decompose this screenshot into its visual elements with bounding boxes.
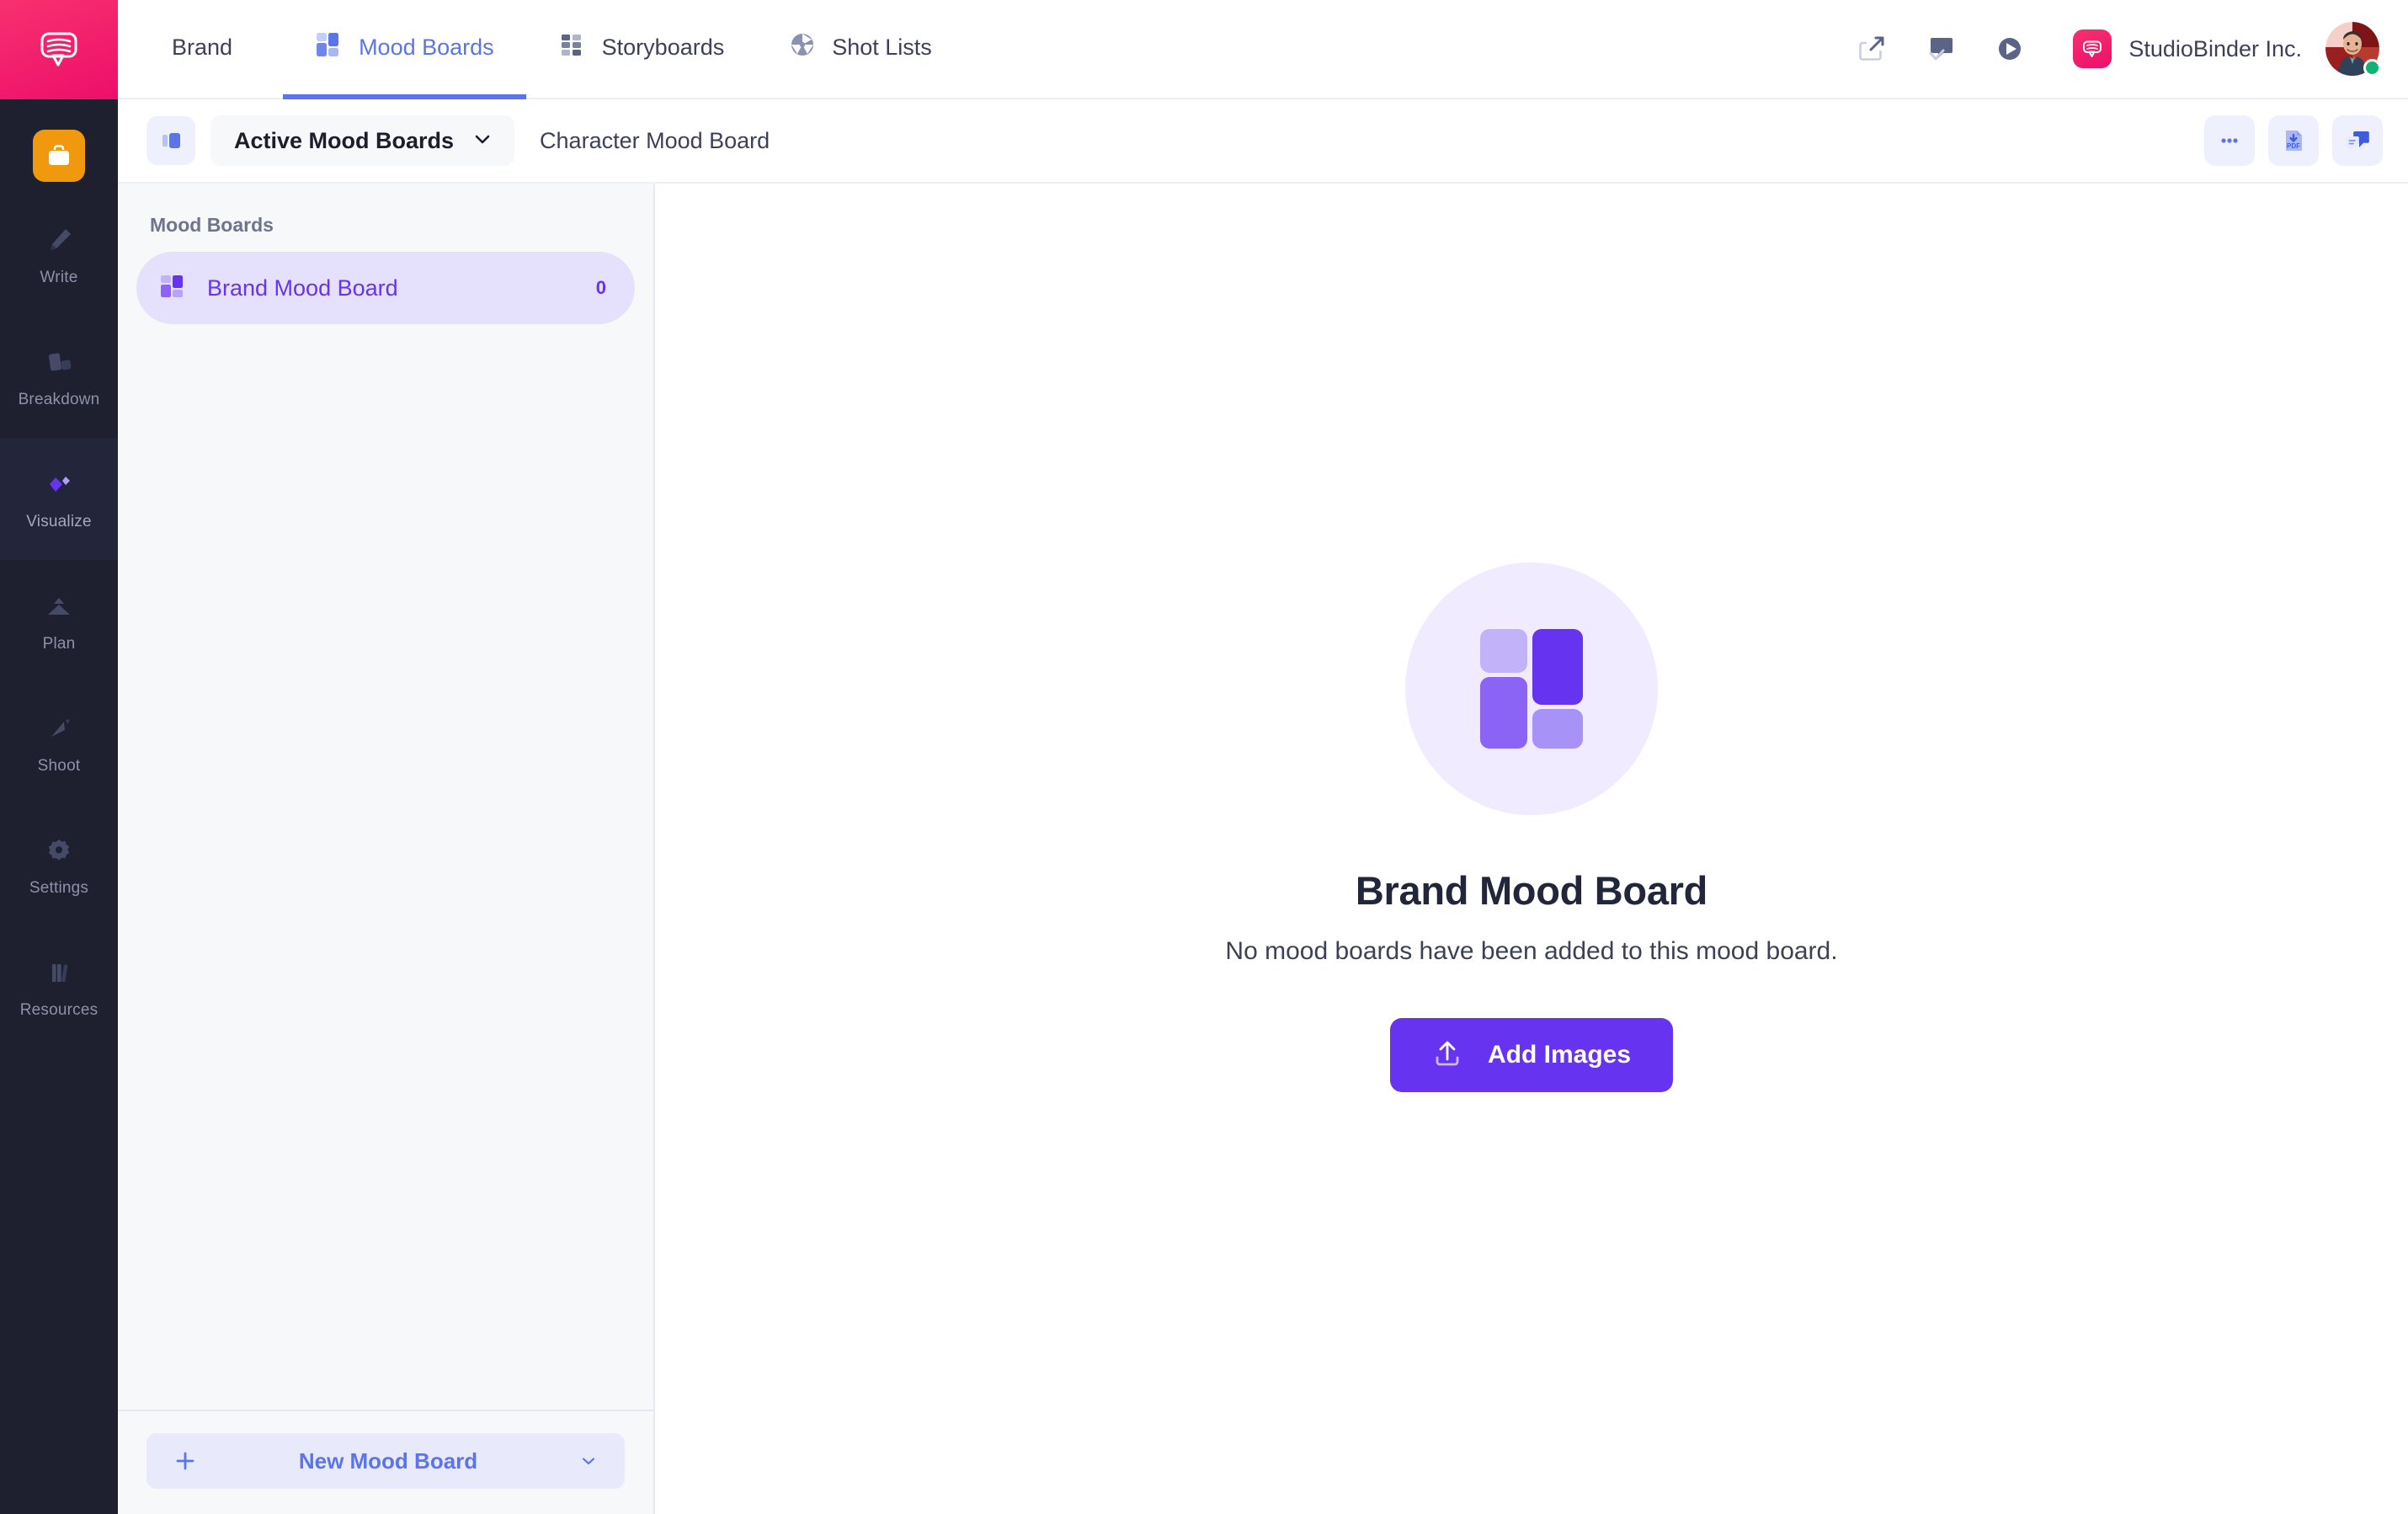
sidebar-item-label: Write — [40, 268, 78, 286]
project-app-tile[interactable] — [33, 130, 85, 182]
toolbar-actions: PDF — [2204, 115, 2383, 166]
sidebar-item-label: Plan — [42, 634, 76, 653]
gear-icon — [43, 834, 75, 867]
tab-shot-lists[interactable]: Shot Lists — [756, 0, 964, 99]
avatar[interactable] — [2325, 22, 2381, 77]
aperture-icon — [788, 30, 817, 65]
new-mood-board-button[interactable]: New Mood Board — [147, 1433, 625, 1489]
tab-mood-boards[interactable]: Mood Boards — [283, 0, 526, 99]
comments-icon[interactable] — [2332, 115, 2383, 166]
add-images-button[interactable]: Add Images — [1389, 1018, 1674, 1092]
content-body: Mood Boards Brand Mood Board 0 New Mood … — [118, 184, 2408, 1514]
empty-state-icon-circle — [1404, 562, 1658, 815]
sidebar-item-label: Resources — [19, 1000, 99, 1019]
chevron-down-icon[interactable] — [574, 1452, 603, 1470]
studiobinder-logo[interactable] — [0, 0, 118, 99]
sidebar-item-write[interactable]: Write — [0, 194, 118, 316]
plus-icon — [168, 1449, 202, 1473]
secondary-toolbar: Active Mood Boards Character Mood Board — [118, 99, 2408, 184]
list-section-title: Mood Boards — [150, 214, 274, 236]
sidebar-item-label: Settings — [29, 878, 89, 897]
tab-label: Shot Lists — [832, 34, 932, 60]
sidebar-item-breakdown[interactable]: Breakdown — [0, 316, 118, 438]
speech-bubble-icon — [40, 32, 77, 67]
filter-label: Active Mood Boards — [234, 127, 455, 153]
company-name: StudioBinder Inc. — [2128, 35, 2302, 61]
briefcase-icon — [49, 145, 69, 165]
mosaic-icon — [315, 30, 344, 65]
sidebar-item-label: Visualize — [26, 512, 92, 530]
more-options-icon[interactable] — [2204, 115, 2255, 166]
share-icon[interactable] — [1837, 0, 1906, 99]
list-item-count: 0 — [595, 277, 606, 298]
sidebar-item-visualize[interactable]: Visualize — [0, 438, 118, 560]
panel-toggle-icon[interactable] — [147, 116, 195, 165]
books-icon — [43, 956, 75, 989]
sidebar-item-resources[interactable]: Resources — [0, 926, 118, 1048]
mood-boards-list: Brand Mood Board 0 — [118, 252, 653, 1410]
add-images-label: Add Images — [1487, 1041, 1632, 1069]
rail-app-switcher — [0, 99, 118, 194]
empty-state-subtitle: No mood boards have been added to this m… — [1225, 937, 1838, 965]
tab-brand[interactable]: Brand — [118, 0, 283, 99]
left-rail: Write Breakdown Visualize Plan Shoot Set… — [0, 0, 118, 1514]
list-footer: New Mood Board — [118, 1410, 653, 1514]
sidebar-item-settings[interactable]: Settings — [0, 804, 118, 926]
top-header: Brand Mood Boards Storyboards Shot Lists… — [118, 0, 2408, 99]
mountain-icon — [43, 589, 75, 623]
empty-state: Brand Mood Board No mood boards have bee… — [1225, 562, 1838, 1092]
clapper-icon — [43, 712, 75, 745]
studiobinder-mark — [2073, 29, 2112, 68]
status-online-indicator — [2363, 59, 2381, 77]
header-actions: StudioBinder Inc. — [1837, 0, 2381, 99]
header-spacer — [964, 0, 1838, 98]
mood-board-canvas: Brand Mood Board No mood boards have bee… — [655, 184, 2408, 1514]
mosaic-icon — [160, 273, 187, 304]
approve-comment-icon[interactable] — [1906, 0, 1975, 99]
tab-label: Brand — [172, 34, 233, 60]
company-switcher[interactable]: StudioBinder Inc. — [2073, 29, 2302, 68]
sidebar-item-label: Shoot — [37, 756, 81, 775]
grid-tiles-icon — [558, 30, 587, 65]
breadcrumb: Character Mood Board — [540, 127, 770, 153]
sidebar-item-label: Breakdown — [18, 390, 100, 408]
diamonds-icon — [43, 467, 75, 501]
mood-boards-list-panel: Mood Boards Brand Mood Board 0 New Mood … — [118, 184, 655, 1514]
chevron-down-icon — [472, 129, 493, 153]
app-root: Write Breakdown Visualize Plan Shoot Set… — [0, 0, 2408, 1514]
primary-tabs: Brand Mood Boards Storyboards Shot Lists — [118, 0, 964, 99]
download-pdf-icon[interactable]: PDF — [2268, 115, 2319, 166]
svg-text:PDF: PDF — [2287, 142, 2300, 150]
pencil-icon — [43, 223, 75, 257]
new-mood-board-label: New Mood Board — [298, 1447, 478, 1474]
page-title: Brand Mood Board — [1355, 868, 1708, 913]
list-item[interactable]: Brand Mood Board 0 — [136, 252, 635, 324]
sidebar-item-plan[interactable]: Plan — [0, 560, 118, 682]
list-item-label: Brand Mood Board — [207, 275, 398, 301]
main-region: Brand Mood Boards Storyboards Shot Lists… — [118, 0, 2408, 1514]
sidebar-item-shoot[interactable]: Shoot — [0, 682, 118, 804]
upload-icon — [1432, 1038, 1462, 1073]
tab-storyboards[interactable]: Storyboards — [526, 0, 757, 99]
tab-label: Storyboards — [601, 34, 725, 60]
tab-label: Mood Boards — [359, 34, 494, 60]
cards-icon — [43, 345, 75, 379]
mosaic-icon-large — [1479, 629, 1583, 749]
mood-board-filter-dropdown[interactable]: Active Mood Boards — [210, 115, 515, 166]
play-circle-icon[interactable] — [1975, 0, 2044, 99]
